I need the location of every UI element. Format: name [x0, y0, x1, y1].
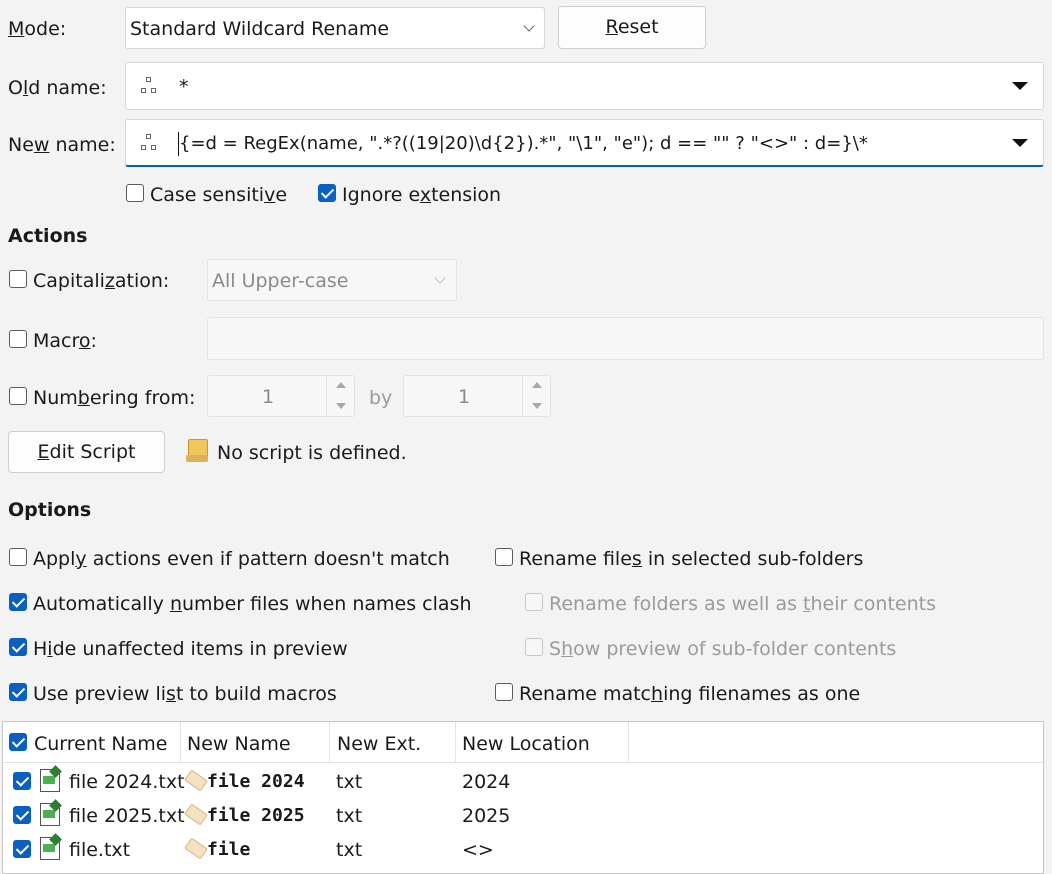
rename-subfolders-checkbox[interactable]	[495, 548, 513, 566]
capitalization-dropdown[interactable]: All Upper-case	[207, 259, 457, 301]
column-header-new-ext[interactable]: New Ext.	[330, 722, 456, 762]
case-sensitive-label: Case sensitive	[150, 184, 288, 206]
rename-folders-checkbox[interactable]	[525, 593, 543, 611]
chevron-down-icon	[523, 20, 535, 32]
ignore-extension-label: Ignore extension	[342, 184, 502, 206]
row-checkbox[interactable]	[13, 772, 31, 790]
column-header-new-location[interactable]: New Location	[456, 722, 629, 762]
new-location: 2025	[462, 805, 511, 827]
new-name-combo[interactable]: {=d = RegEx(name, ".*?((19|20)\d{2}).*",…	[125, 119, 1044, 167]
capitalization-label: Capitalization:	[33, 270, 170, 292]
actions-heading: Actions	[8, 225, 88, 247]
mode-value: Standard Wildcard Rename	[130, 18, 390, 40]
numbering-from-value: 1	[262, 386, 275, 408]
new-name: file	[207, 839, 251, 860]
column-label: Current Name	[34, 733, 168, 755]
macro-checkbox[interactable]	[9, 330, 27, 348]
show-preview-label: Show preview of sub-folder contents	[549, 638, 897, 660]
wildcard-icon	[139, 133, 159, 153]
text-file-icon	[39, 833, 62, 860]
macro-label: Macro:	[33, 330, 97, 352]
capitalization-checkbox[interactable]	[9, 270, 27, 288]
column-label: New Ext.	[337, 733, 422, 755]
new-ext: txt	[336, 839, 363, 861]
dropdown-arrow-icon[interactable]	[1012, 139, 1028, 147]
wildcard-icon	[139, 76, 159, 96]
preview-macros-checkbox[interactable]	[9, 683, 27, 701]
auto-number-label: Automatically number files when names cl…	[33, 593, 472, 615]
current-name: file.txt	[69, 839, 131, 861]
numbering-by-label: by	[369, 387, 393, 409]
auto-number-checkbox[interactable]	[9, 593, 27, 611]
spin-down-icon[interactable]	[532, 403, 542, 409]
old-name-value: *	[179, 76, 189, 98]
tag-icon	[184, 803, 208, 826]
dropdown-arrow-icon[interactable]	[1012, 82, 1028, 90]
hide-unaffected-checkbox[interactable]	[9, 638, 27, 656]
numbering-checkbox[interactable]	[9, 387, 27, 405]
edit-script-button[interactable]: Edit Script	[8, 431, 165, 473]
rename-subfolders-label: Rename files in selected sub-folders	[519, 548, 864, 570]
table-row[interactable]: file 2025.txt file 2025 txt 2025	[3, 799, 1043, 833]
options-heading: Options	[8, 499, 92, 521]
script-note-icon	[186, 439, 208, 463]
mode-label: Mode:	[8, 18, 67, 40]
tag-icon	[184, 769, 208, 792]
capitalization-value: All Upper-case	[212, 270, 349, 292]
row-checkbox[interactable]	[13, 840, 31, 858]
table-row[interactable]: file 2024.txt file 2024 txt 2024	[3, 765, 1043, 799]
old-name-combo[interactable]: *	[125, 62, 1044, 110]
rename-matching-label: Rename matching filenames as one	[519, 683, 861, 705]
old-name-label: Old name:	[8, 77, 107, 99]
new-name-label: New name:	[8, 134, 116, 156]
row-checkbox[interactable]	[13, 806, 31, 824]
new-name-value[interactable]: {=d = RegEx(name, ".*?((19|20)\d{2}).*",…	[179, 132, 868, 156]
column-label: New Location	[462, 733, 590, 755]
column-label: New Name	[187, 733, 291, 755]
column-header-current-name[interactable]: Current Name	[3, 722, 181, 762]
current-name: file 2025.txt	[69, 805, 185, 827]
text-file-icon	[39, 799, 62, 826]
hide-unaffected-label: Hide unaffected items in preview	[33, 638, 348, 660]
script-status: No script is defined.	[217, 442, 407, 464]
new-ext: txt	[336, 771, 363, 793]
numbering-label: Numbering from:	[33, 387, 196, 409]
chevron-down-icon	[434, 272, 446, 284]
new-location: <>	[462, 839, 494, 861]
case-sensitive-checkbox[interactable]	[126, 184, 144, 202]
column-header-new-name[interactable]: New Name	[181, 722, 330, 762]
spin-down-icon[interactable]	[336, 403, 346, 409]
preview-macros-label: Use preview list to build macros	[33, 683, 337, 705]
tag-icon	[184, 837, 208, 860]
current-name: file 2024.txt	[69, 771, 185, 793]
ignore-extension-checkbox[interactable]	[318, 184, 336, 202]
rename-folders-label: Rename folders as well as their contents	[549, 593, 937, 615]
preview-list[interactable]: Current Name New Name New Ext. New Locat…	[2, 721, 1044, 874]
mode-dropdown[interactable]: Standard Wildcard Rename	[125, 7, 545, 49]
text-file-icon	[39, 765, 62, 792]
spin-up-icon[interactable]	[532, 382, 542, 388]
table-row[interactable]: file.txt file txt <>	[3, 833, 1043, 867]
numbering-from-stepper[interactable]: 1	[207, 375, 355, 417]
apply-actions-checkbox[interactable]	[9, 548, 27, 566]
select-all-checkbox[interactable]	[9, 733, 27, 751]
macro-input[interactable]	[207, 317, 1044, 360]
numbering-by-value: 1	[458, 386, 471, 408]
new-name: file 2024	[207, 771, 305, 792]
new-location: 2024	[462, 771, 511, 793]
numbering-by-stepper[interactable]: 1	[403, 375, 551, 417]
new-ext: txt	[336, 805, 363, 827]
spin-up-icon[interactable]	[336, 382, 346, 388]
apply-actions-label: Apply actions even if pattern doesn't ma…	[33, 548, 450, 570]
show-preview-checkbox[interactable]	[525, 638, 543, 656]
rename-matching-checkbox[interactable]	[495, 683, 513, 701]
new-name: file 2025	[207, 805, 305, 826]
reset-button[interactable]: Reset	[558, 6, 706, 49]
